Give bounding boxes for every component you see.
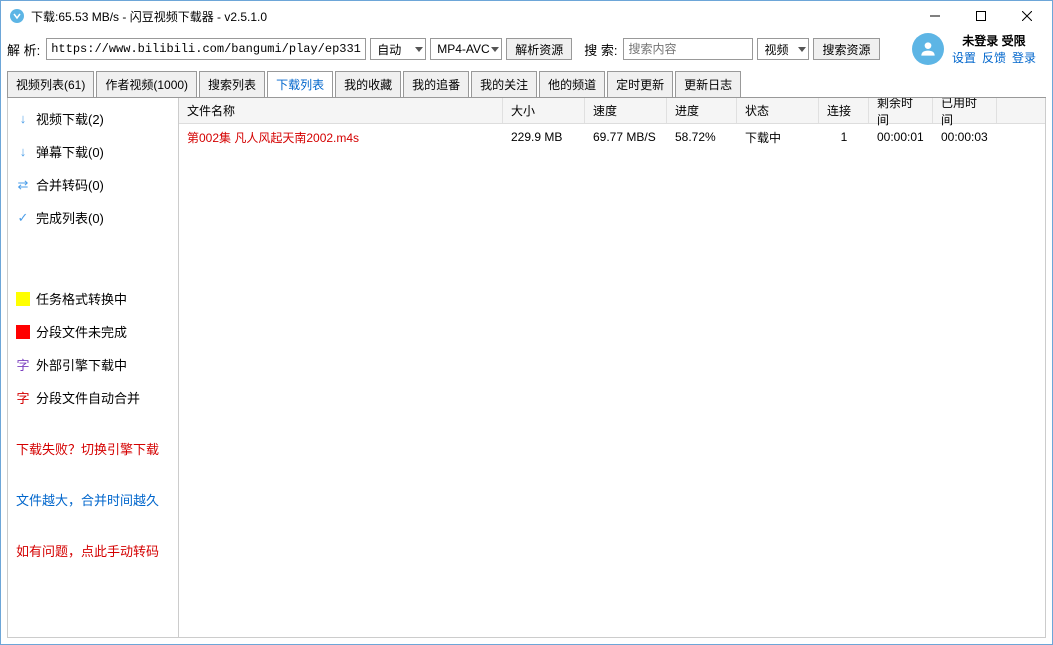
tab-9[interactable]: 更新日志 bbox=[675, 71, 741, 97]
sidebar-item-video-download[interactable]: ↓ 视频下载(2) bbox=[14, 106, 172, 131]
maximize-button[interactable] bbox=[958, 1, 1004, 31]
chevron-down-icon bbox=[798, 47, 806, 52]
sidebar-item-merge-transcode[interactable]: ⇄ 合并转码(0) bbox=[14, 172, 172, 197]
tabs: 视频列表(61)作者视频(1000)搜索列表下载列表我的收藏我的追番我的关注他的… bbox=[1, 67, 1052, 97]
tab-0[interactable]: 视频列表(61) bbox=[7, 71, 94, 97]
cell-progress: 58.72% bbox=[667, 130, 737, 144]
sidebar-item-label: 完成列表(0) bbox=[36, 208, 104, 227]
legend-color-box bbox=[16, 292, 30, 306]
tab-3[interactable]: 下载列表 bbox=[267, 71, 333, 97]
col-header-size[interactable]: 大小 bbox=[503, 98, 585, 123]
cell-filename: 第002集 凡人风起天南2002.m4s bbox=[179, 129, 503, 146]
chevron-down-icon bbox=[415, 47, 423, 52]
user-area: 未登录 受限 设置 反馈 登录 bbox=[912, 32, 1046, 66]
legend-char-icon: 字 bbox=[16, 355, 30, 374]
legend-item: 分段文件未完成 bbox=[14, 319, 172, 344]
legend-label: 任务格式转换中 bbox=[36, 289, 127, 308]
col-header-conn[interactable]: 连接 bbox=[819, 98, 869, 123]
tab-2[interactable]: 搜索列表 bbox=[199, 71, 265, 97]
legend-item: 字 分段文件自动合并 bbox=[14, 385, 172, 410]
col-header-speed[interactable]: 速度 bbox=[585, 98, 667, 123]
col-header-remain[interactable]: 剩余时间 bbox=[869, 98, 933, 123]
sidebar-item-danmu-download[interactable]: ↓ 弹幕下载(0) bbox=[14, 139, 172, 164]
close-button[interactable] bbox=[1004, 1, 1050, 31]
search-type-combo[interactable]: 视频 bbox=[757, 38, 809, 60]
sidebar-note-merge-time: 文件越大，合并时间越久 bbox=[14, 487, 172, 512]
search-button[interactable]: 搜索资源 bbox=[813, 38, 879, 60]
cell-remain: 00:00:01 bbox=[869, 130, 933, 144]
cell-speed: 69.77 MB/S bbox=[585, 130, 667, 144]
tab-6[interactable]: 我的关注 bbox=[471, 71, 537, 97]
cell-size: 229.9 MB bbox=[503, 130, 585, 144]
titlebar: 下载:65.53 MB/s - 闪豆视频下载器 - v2.5.1.0 bbox=[1, 1, 1052, 31]
cell-conn: 1 bbox=[819, 130, 869, 144]
check-icon: ✓ bbox=[16, 210, 30, 226]
tab-1[interactable]: 作者视频(1000) bbox=[96, 71, 197, 97]
sidebar-item-completed[interactable]: ✓ 完成列表(0) bbox=[14, 205, 172, 230]
download-icon: ↓ bbox=[16, 111, 30, 126]
table-header: 文件名称 大小 速度 进度 状态 连接 剩余时间 已用时间 bbox=[179, 98, 1045, 124]
search-label: 搜 索: bbox=[584, 40, 617, 59]
url-input[interactable] bbox=[46, 38, 366, 60]
parse-label: 解 析: bbox=[7, 40, 40, 59]
main-panel: 文件名称 大小 速度 进度 状态 连接 剩余时间 已用时间 第002集 凡人风起… bbox=[179, 98, 1046, 638]
login-link[interactable]: 登录 bbox=[1012, 49, 1036, 66]
tab-7[interactable]: 他的频道 bbox=[539, 71, 605, 97]
table-row[interactable]: 第002集 凡人风起天南2002.m4s 229.9 MB 69.77 MB/S… bbox=[179, 124, 1045, 150]
app-icon bbox=[9, 8, 25, 24]
legend-item: 字 外部引擎下载中 bbox=[14, 352, 172, 377]
sidebar-note-manual-transcode[interactable]: 如有问题，点此手动转码 bbox=[14, 538, 172, 563]
user-links: 未登录 受限 设置 反馈 登录 bbox=[952, 32, 1036, 66]
sidebar-item-label: 弹幕下载(0) bbox=[36, 142, 104, 161]
col-header-elapsed[interactable]: 已用时间 bbox=[933, 98, 997, 123]
tab-4[interactable]: 我的收藏 bbox=[335, 71, 401, 97]
col-header-progress[interactable]: 进度 bbox=[667, 98, 737, 123]
cell-elapsed: 00:00:03 bbox=[933, 130, 997, 144]
toolbar: 解 析: 自动 MP4-AVC 解析资源 搜 索: 视频 搜索资源 未登录 受限… bbox=[1, 31, 1052, 67]
sidebar-note-switch-engine[interactable]: 下载失败？切换引擎下载 bbox=[14, 436, 172, 461]
col-header-name[interactable]: 文件名称 bbox=[179, 98, 503, 123]
parse-button[interactable]: 解析资源 bbox=[506, 38, 572, 60]
content: ↓ 视频下载(2) ↓ 弹幕下载(0) ⇄ 合并转码(0) ✓ 完成列表(0) … bbox=[7, 97, 1046, 638]
search-input[interactable] bbox=[623, 38, 753, 60]
tab-8[interactable]: 定时更新 bbox=[607, 71, 673, 97]
sidebar: ↓ 视频下载(2) ↓ 弹幕下载(0) ⇄ 合并转码(0) ✓ 完成列表(0) … bbox=[7, 98, 179, 638]
legend-color-box bbox=[16, 325, 30, 339]
cell-status: 下载中 bbox=[737, 129, 819, 146]
legend-char-icon: 字 bbox=[16, 388, 30, 407]
sidebar-item-label: 视频下载(2) bbox=[36, 109, 104, 128]
format-combo[interactable]: MP4-AVC bbox=[430, 38, 502, 60]
download-icon: ↓ bbox=[16, 144, 30, 159]
minimize-button[interactable] bbox=[912, 1, 958, 31]
feedback-link[interactable]: 反馈 bbox=[982, 49, 1006, 66]
chevron-down-icon bbox=[491, 47, 499, 52]
window-title: 下载:65.53 MB/s - 闪豆视频下载器 - v2.5.1.0 bbox=[31, 8, 912, 25]
auto-combo[interactable]: 自动 bbox=[370, 38, 426, 60]
settings-link[interactable]: 设置 bbox=[952, 49, 976, 66]
app-window: 下载:65.53 MB/s - 闪豆视频下载器 - v2.5.1.0 解 析: … bbox=[0, 0, 1053, 645]
window-controls bbox=[912, 1, 1050, 31]
legend-item: 任务格式转换中 bbox=[14, 286, 172, 311]
avatar[interactable] bbox=[912, 33, 944, 65]
col-header-status[interactable]: 状态 bbox=[737, 98, 819, 123]
tab-5[interactable]: 我的追番 bbox=[403, 71, 469, 97]
legend-label: 分段文件未完成 bbox=[36, 322, 127, 341]
legend-label: 外部引擎下载中 bbox=[36, 355, 127, 374]
sidebar-item-label: 合并转码(0) bbox=[36, 175, 104, 194]
user-status: 未登录 受限 bbox=[962, 32, 1025, 49]
legend-label: 分段文件自动合并 bbox=[36, 388, 140, 407]
transfer-icon: ⇄ bbox=[16, 177, 30, 193]
